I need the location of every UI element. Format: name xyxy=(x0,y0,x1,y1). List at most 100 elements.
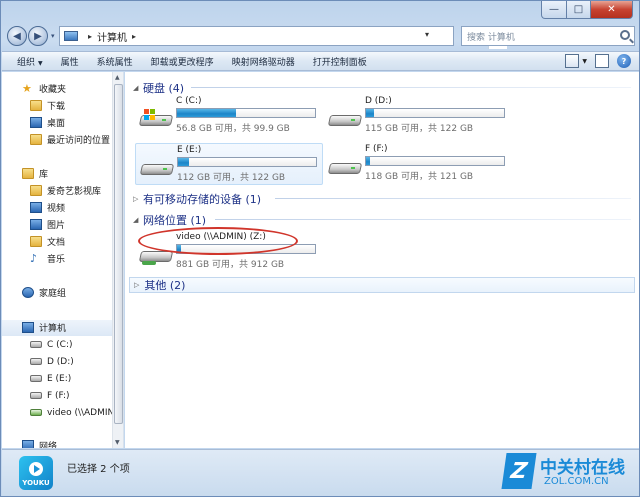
breadcrumb-separator[interactable]: ▸ xyxy=(88,32,92,41)
scroll-down-icon[interactable]: ▼ xyxy=(115,439,120,446)
expand-icon[interactable]: ▷ xyxy=(134,281,139,289)
breadcrumb-computer[interactable]: 计算机 xyxy=(97,29,127,44)
homegroup-icon xyxy=(22,287,34,298)
watermark-cn: 中关村在线 xyxy=(540,458,625,478)
close-button[interactable]: ✕ xyxy=(591,1,633,19)
expand-icon[interactable]: ▷ xyxy=(133,195,139,203)
drive-tile-d[interactable]: D (D:) 115 GB 可用，共 122 GB xyxy=(324,95,512,137)
drive-tile-e[interactable]: E (E:) 112 GB 可用，共 122 GB xyxy=(135,143,323,185)
caption-buttons: — □ ✕ xyxy=(541,1,633,19)
sidebar-item-label: C (C:) xyxy=(47,339,73,350)
drive-space-info: 56.8 GB 可用，共 99.9 GB xyxy=(176,124,290,134)
drive-icon xyxy=(30,392,42,399)
collapse-icon[interactable]: ◢ xyxy=(133,216,139,224)
drive-icon xyxy=(139,158,175,178)
sidebar-item-label: 视频 xyxy=(47,204,66,214)
sidebar-item-drive-f[interactable]: F (F:) xyxy=(30,388,70,403)
sidebar-item-label: video (\\ADMIN xyxy=(47,407,115,418)
group-header-hard-disks[interactable]: ◢ 硬盘 (4) xyxy=(133,80,631,96)
drive-tile-c[interactable]: C (C:) 56.8 GB 可用，共 99.9 GB xyxy=(135,95,323,137)
recent-pages-dropdown[interactable]: ▾ xyxy=(51,32,55,40)
music-icon: ♪ xyxy=(30,252,38,265)
drive-name: F (F:) xyxy=(365,144,388,154)
group-label: 硬盘 (4) xyxy=(143,82,185,95)
search-placeholder: 搜索 计算机 xyxy=(467,32,515,43)
drive-usage-bar xyxy=(365,156,505,166)
computer-icon xyxy=(64,31,78,41)
play-icon xyxy=(29,462,43,476)
open-control-panel-button[interactable]: 打开控制面板 xyxy=(304,55,376,68)
drive-tile-f[interactable]: F (F:) 118 GB 可用，共 121 GB xyxy=(324,143,512,185)
sidebar-item-label: 爱奇艺影视库 xyxy=(47,187,102,197)
back-button[interactable]: ◀ xyxy=(7,26,27,46)
breadcrumb-end-separator[interactable]: ▸ xyxy=(132,32,136,41)
zol-logo: Z xyxy=(501,453,537,489)
drive-usage-bar xyxy=(365,108,505,118)
sidebar-computer[interactable]: 计算机 xyxy=(22,320,66,335)
sidebar-item-recent-places[interactable]: 最近访问的位置 xyxy=(30,132,110,147)
drive-usage-bar xyxy=(177,157,317,167)
maximize-button[interactable]: □ xyxy=(567,1,591,19)
sidebar-libraries[interactable]: 库 xyxy=(22,166,48,181)
sidebar-item-label: D (D:) xyxy=(47,356,74,367)
sidebar-item-drive-e[interactable]: E (E:) xyxy=(30,371,71,386)
minimize-button[interactable]: — xyxy=(541,1,567,19)
watermark-en: ZOL.COM.CN xyxy=(544,476,609,487)
search-icon[interactable] xyxy=(620,30,630,40)
sidebar-homegroup[interactable]: 家庭组 xyxy=(22,285,66,300)
sidebar-item-drive-c[interactable]: C (C:) xyxy=(30,337,72,352)
youku-badge-text: YOUKU xyxy=(22,479,50,487)
drive-icon xyxy=(327,157,363,177)
drive-space-info: 112 GB 可用，共 122 GB xyxy=(177,173,286,183)
sidebar-item-pictures[interactable]: 图片 xyxy=(30,217,65,232)
sidebar-item-label: F (F:) xyxy=(47,390,70,401)
sidebar-item-network-drive[interactable]: video (\\ADMIN xyxy=(30,405,114,420)
view-dropdown-icon[interactable]: ▼ xyxy=(582,58,587,65)
system-drive-icon xyxy=(138,109,174,129)
change-view-icon[interactable] xyxy=(565,54,580,68)
sidebar-item-desktop[interactable]: 桌面 xyxy=(30,115,65,130)
properties-button[interactable]: 属性 xyxy=(52,55,88,68)
group-header-removable[interactable]: ▷ 有可移动存储的设备 (1) xyxy=(133,191,631,207)
sidebar-network[interactable]: 网络 xyxy=(22,438,57,448)
scrollbar-thumb[interactable] xyxy=(114,84,123,424)
scroll-up-icon[interactable]: ▲ xyxy=(115,74,120,81)
organize-button[interactable]: 组织 ▼ xyxy=(2,55,52,68)
desktop-icon xyxy=(30,117,42,128)
navigation-bar: ◀ ▶ ▾ ▸ 计算机 ▸ ▾ ↻ 搜索 计算机 xyxy=(7,23,635,49)
sidebar-item-iqiyi-library[interactable]: 爱奇艺影视库 xyxy=(30,183,101,198)
address-dropdown[interactable]: ▾ xyxy=(425,30,429,39)
group-divider xyxy=(215,219,631,220)
sidebar-scrollbar[interactable]: ▲ ▼ xyxy=(112,72,123,448)
collapse-icon[interactable]: ◢ xyxy=(133,84,139,92)
pictures-icon xyxy=(30,219,42,230)
search-input[interactable]: 搜索 计算机 xyxy=(461,26,635,46)
documents-icon xyxy=(30,236,42,247)
group-header-network-locations[interactable]: ◢ 网络位置 (1) xyxy=(133,212,631,228)
system-properties-button[interactable]: 系统属性 xyxy=(88,55,142,68)
map-network-drive-button[interactable]: 映射网络驱动器 xyxy=(223,55,304,68)
sidebar-item-documents[interactable]: 文档 xyxy=(30,234,65,249)
sidebar-item-label: 家庭组 xyxy=(39,289,67,299)
details-pane: YOUKU 已选择 2 个项 Z 中关村在线 ZOL.COM.CN xyxy=(2,449,639,496)
view-controls: ▼ ? xyxy=(557,54,631,68)
drive-icon xyxy=(327,109,363,129)
group-header-other[interactable]: ▷ 其他 (2) xyxy=(129,277,635,293)
sidebar-item-drive-d[interactable]: D (D:) xyxy=(30,354,74,369)
sidebar-item-downloads[interactable]: 下载 xyxy=(30,98,65,113)
preview-pane-icon[interactable] xyxy=(595,54,609,68)
explorer-window: — □ ✕ ◀ ▶ ▾ ▸ 计算机 ▸ ▾ ↻ 搜索 计算机 组织▼ 属性 系统… xyxy=(0,0,640,497)
sidebar-item-music[interactable]: ♪ 音乐 xyxy=(30,251,65,266)
uninstall-program-button[interactable]: 卸载或更改程序 xyxy=(142,55,223,68)
address-bar[interactable]: ▸ 计算机 ▸ ▾ ↻ xyxy=(59,26,507,49)
forward-button[interactable]: ▶ xyxy=(28,26,48,46)
sidebar-item-label: E (E:) xyxy=(47,373,72,384)
group-label: 其他 (2) xyxy=(144,279,186,292)
selection-status: 已选择 2 个项 xyxy=(67,464,130,475)
sidebar-item-label: 库 xyxy=(39,170,49,180)
content-pane: ◢ 硬盘 (4) C (C:) 56.8 GB 可用，共 99.9 GB D (… xyxy=(125,72,639,448)
recent-places-icon xyxy=(30,134,42,145)
sidebar-favorites[interactable]: ★ 收藏夹 xyxy=(22,81,66,96)
help-icon[interactable]: ? xyxy=(617,54,631,68)
sidebar-item-videos[interactable]: 视频 xyxy=(30,200,65,215)
